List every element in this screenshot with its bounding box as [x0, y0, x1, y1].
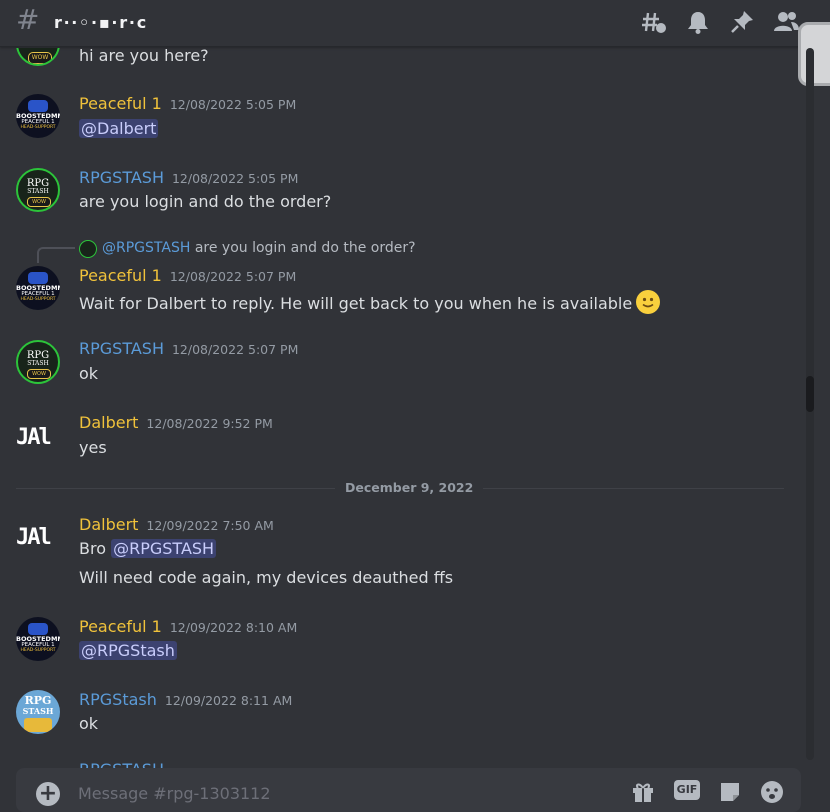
message-text: Will need code again, my devices deauthe… [79, 568, 454, 587]
avatar[interactable]: BOOSTEDMMO PEACEFUL 1 HEAD-SUPPORT [16, 94, 60, 138]
message-timestamp: 12/09/2022 8:10 AM [169, 620, 298, 635]
channel-header: # r‧‧◦‧▪‧r‧c [0, 0, 830, 47]
message-composer: + Message #rpg-1303112 GIF [16, 768, 801, 812]
message-input[interactable]: Message #rpg-1303112 [78, 784, 271, 803]
avatar[interactable]: RPG STASH WOW [16, 340, 60, 384]
message-text: Wait for Dalbert to reply. He will get b… [79, 290, 661, 314]
message-author[interactable]: Peaceful 1 12/08/2022 5:05 PM [79, 94, 296, 113]
message-author[interactable]: Peaceful 1 12/09/2022 8:10 AM [79, 617, 297, 636]
avatar[interactable]: JAl [16, 516, 60, 560]
avatar[interactable]: BOOSTEDMMO PEACEFUL 1 HEAD-SUPPORT [16, 617, 60, 661]
avatar[interactable]: BOOSTEDMMO PEACEFUL 1 HEAD-SUPPORT [16, 266, 60, 310]
message-timestamp: 12/08/2022 9:52 PM [146, 416, 273, 431]
message-text: ok [79, 714, 99, 733]
message-timestamp: 12/08/2022 5:07 PM [171, 342, 299, 357]
scrollbar-thumb[interactable] [806, 376, 814, 412]
message-text: @Dalbert [79, 119, 159, 138]
avatar[interactable]: JAl [16, 416, 60, 460]
message-author[interactable]: RPGStash 12/09/2022 8:11 AM [79, 690, 292, 709]
reply-connector [37, 247, 75, 263]
slight-smile-emoji-icon [636, 290, 661, 314]
user-mention[interactable]: @Dalbert [79, 119, 159, 138]
message-author[interactable]: Peaceful 1 12/08/2022 5:07 PM [79, 266, 296, 285]
message-text: @RPGStash [79, 641, 177, 660]
upload-plus-button[interactable]: + [36, 782, 60, 806]
message-timestamp: 12/08/2022 5:07 PM [169, 269, 297, 284]
sticker-icon[interactable] [717, 779, 743, 805]
message-timestamp: 12/08/2022 5:05 PM [169, 97, 297, 112]
message-author[interactable]: RPGSTASH 12/08/2022 5:05 PM [79, 168, 298, 187]
message-timestamp: 12/09/2022 7:50 AM [146, 518, 274, 533]
user-mention[interactable]: @RPGSTASH [111, 539, 217, 558]
channel-hash-icon: # [16, 3, 40, 36]
message-text: Bro @RPGSTASH [79, 539, 217, 558]
message-text: hi are you here? [79, 46, 209, 65]
avatar[interactable]: RPG STASH WOW [16, 168, 60, 212]
reply-avatar [79, 240, 97, 258]
members-icon[interactable] [772, 8, 800, 36]
message-author[interactable]: RPGSTASH 12/08/2022 5:07 PM [79, 339, 298, 358]
avatar[interactable]: RPG STASH [16, 690, 60, 734]
message-text: ok [79, 364, 99, 383]
date-divider-label: December 9, 2022 [335, 480, 484, 495]
message-text: yes [79, 438, 107, 457]
message-timestamp: 12/08/2022 5:05 PM [171, 171, 299, 186]
message-author[interactable]: Dalbert 12/09/2022 7:50 AM [79, 515, 274, 534]
overlay-tab[interactable] [798, 22, 830, 86]
gif-button[interactable]: GIF [674, 780, 700, 800]
message-text: are you login and do the order? [79, 192, 332, 211]
threads-icon[interactable] [640, 8, 668, 36]
emoji-picker-icon[interactable] [759, 779, 785, 805]
user-mention[interactable]: @RPGStash [79, 641, 177, 660]
wow-badge: WOW [28, 52, 52, 64]
gift-icon[interactable] [630, 779, 656, 805]
pin-icon[interactable] [728, 8, 756, 36]
message-timestamp: 12/09/2022 8:11 AM [164, 693, 293, 708]
bell-icon[interactable] [684, 8, 712, 36]
message-author[interactable]: Dalbert 12/08/2022 9:52 PM [79, 413, 273, 432]
reply-preview[interactable]: @RPGSTASH are you login and do the order… [102, 240, 416, 256]
channel-name[interactable]: r‧‧◦‧▪‧r‧c [54, 13, 148, 32]
